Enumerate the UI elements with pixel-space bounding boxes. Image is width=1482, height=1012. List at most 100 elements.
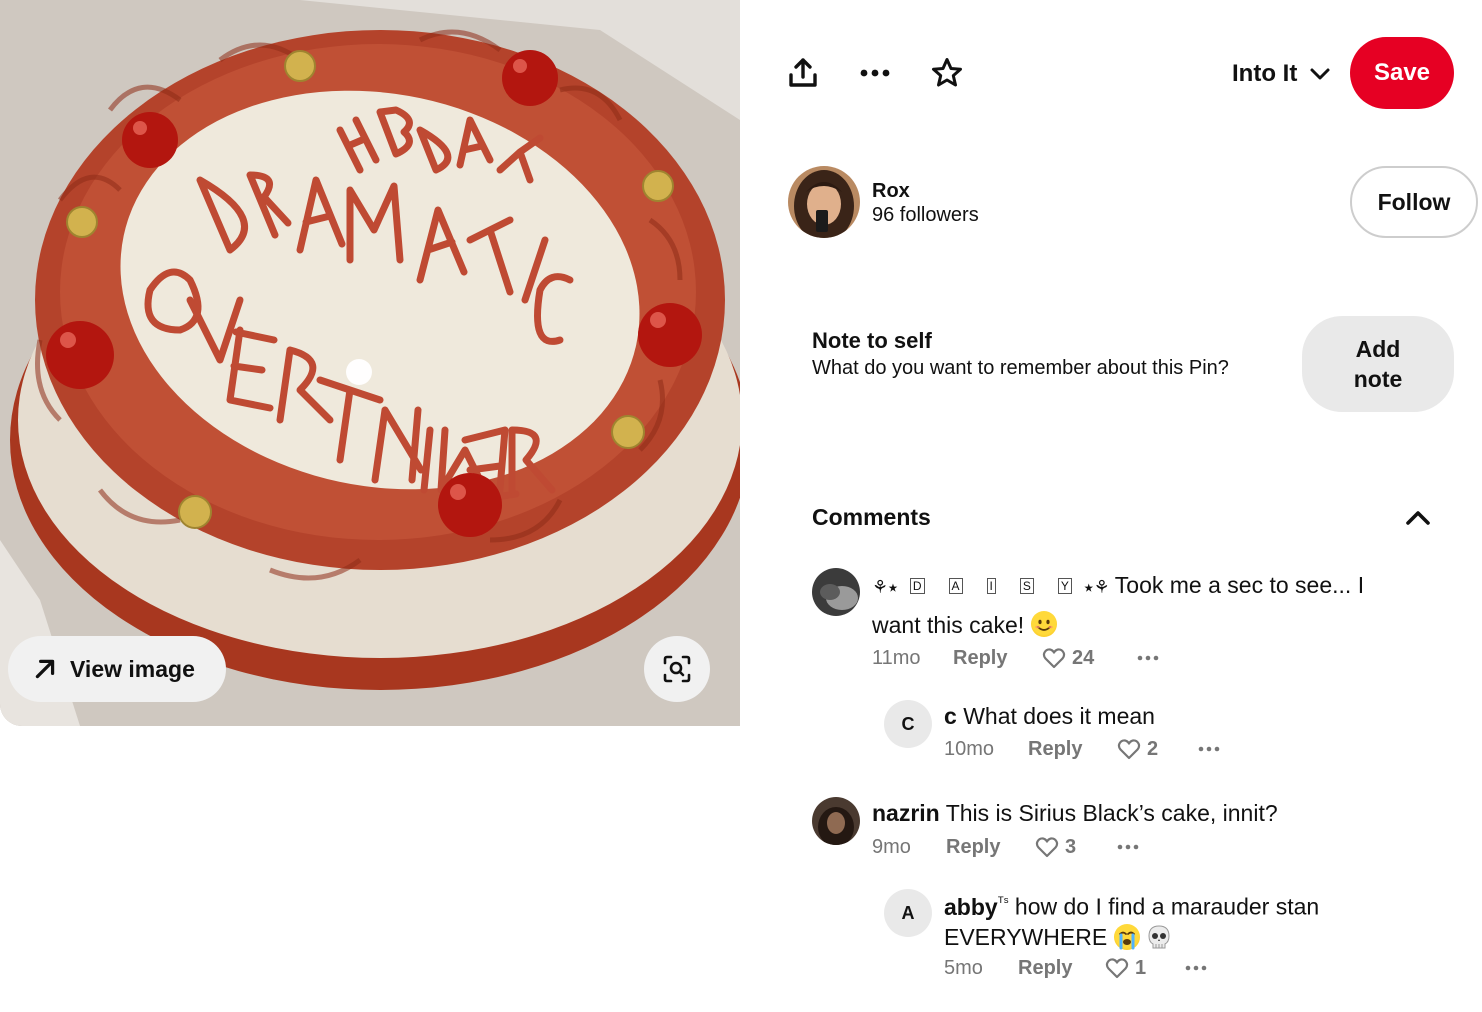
- author-letter: D: [909, 578, 925, 594]
- loudly-crying-face-emoji-icon: [1113, 923, 1140, 950]
- like-button[interactable]: 2: [1117, 737, 1198, 761]
- comments-heading: Comments: [812, 504, 931, 530]
- comment-meta: 9mo Reply 3: [872, 833, 1139, 861]
- like-count: 1: [1135, 956, 1147, 979]
- skull-emoji-icon: [1146, 924, 1172, 950]
- comment-time: 10mo: [944, 737, 995, 760]
- comment-time: 9mo: [872, 835, 911, 858]
- more-horizontal-icon: [860, 69, 890, 77]
- comment-more-button[interactable]: [1198, 745, 1220, 753]
- smile-face-icon: [1034, 619, 1053, 631]
- more-horizontal-icon: [1185, 965, 1207, 971]
- note-title: Note to self: [812, 328, 932, 353]
- author-decoration-suffix: ⭑⚘: [1083, 577, 1110, 597]
- like-button[interactable]: 1: [1105, 956, 1185, 980]
- comment-avatar[interactable]: A: [884, 889, 932, 937]
- arrow-up-right-icon: [35, 659, 55, 679]
- board-select-dropdown[interactable]: Into It: [1232, 56, 1331, 92]
- like-button[interactable]: 3: [1035, 835, 1117, 859]
- comment-meta: 11mo Reply 24: [872, 644, 1159, 672]
- image-hotspot-dot[interactable]: [346, 359, 372, 385]
- reply-button[interactable]: Reply: [946, 836, 1035, 859]
- visual-search-icon: [663, 655, 691, 683]
- comment-author[interactable]: nazrin: [872, 800, 940, 826]
- heart-icon: [1105, 958, 1129, 979]
- note-description: What do you want to remember about this …: [812, 357, 1229, 379]
- save-button[interactable]: Save: [1350, 37, 1454, 109]
- reply-button[interactable]: Reply: [953, 647, 1042, 670]
- add-note-label-line1: Add: [1355, 336, 1401, 362]
- comment-body: What does it mean: [963, 703, 1155, 729]
- author-letter: A: [948, 578, 963, 594]
- comment-text: nazrin This is Sirius Black’s cake, inni…: [872, 794, 1442, 832]
- visual-search-button[interactable]: [644, 636, 710, 702]
- comment-avatar-photo: [812, 568, 860, 616]
- crying-face-icon: [1118, 931, 1135, 950]
- avatar-letter: A: [901, 902, 915, 923]
- comment-body-line2: want this cake!: [872, 612, 1025, 638]
- comment-body-line2: EVERYWHERE: [944, 923, 1108, 950]
- view-image-button[interactable]: View image: [8, 636, 226, 702]
- like-count: 2: [1147, 737, 1159, 760]
- comment-text: c What does it mean: [944, 697, 1444, 735]
- comment-avatar[interactable]: [812, 568, 860, 616]
- chevron-down-icon: [1310, 68, 1330, 80]
- comment-author[interactable]: c: [944, 703, 957, 729]
- author-letter: I: [986, 578, 996, 594]
- like-count: 3: [1065, 835, 1077, 858]
- heart-icon: [1035, 837, 1059, 858]
- follow-button[interactable]: Follow: [1350, 166, 1478, 238]
- add-note-button[interactable]: Add note: [1302, 316, 1454, 412]
- collapse-comments-button[interactable]: [1400, 500, 1436, 536]
- comment-time: 5mo: [944, 956, 983, 979]
- author-letter: Y: [1057, 578, 1072, 594]
- comment-avatar[interactable]: [812, 797, 860, 845]
- comment-avatar[interactable]: C: [884, 700, 932, 748]
- heart-icon: [1117, 739, 1141, 760]
- view-image-label: View image: [70, 655, 195, 682]
- comment-body: This is Sirius Black’s cake, innit?: [945, 800, 1278, 826]
- favorite-button[interactable]: [926, 52, 968, 94]
- more-horizontal-icon: [1198, 746, 1220, 752]
- board-name: Into It: [1232, 60, 1298, 87]
- more-horizontal-icon: [1117, 844, 1139, 850]
- comment-time: 11mo: [872, 646, 921, 669]
- comment-more-button[interactable]: [1117, 843, 1139, 851]
- author-letter: S: [1019, 578, 1034, 594]
- share-button[interactable]: [782, 52, 824, 94]
- comment-meta: 5mo Reply 1: [944, 954, 1207, 982]
- comment-avatar-photo: [812, 797, 860, 845]
- comment-author[interactable]: ⚘⭑ D A I S Y ⭑⚘: [872, 577, 1115, 597]
- reply-button[interactable]: Reply: [1018, 957, 1105, 980]
- add-note-label-line2: note: [1353, 366, 1403, 392]
- reply-button[interactable]: Reply: [1028, 738, 1117, 761]
- comment-body-line1: how do I find a marauder stan: [1014, 893, 1320, 920]
- comment-meta: 10mo Reply 2: [944, 735, 1220, 763]
- author-decoration-prefix: ⚘⭑: [872, 577, 898, 597]
- more-options-button[interactable]: [854, 52, 896, 94]
- author-superscript: ᵀˢ: [997, 893, 1009, 909]
- comment-body-line1: Took me a sec to see... I: [1114, 572, 1365, 598]
- comment-more-button[interactable]: [1137, 654, 1159, 662]
- avatar-letter: C: [901, 713, 915, 734]
- pin-image[interactable]: View image: [0, 0, 740, 726]
- like-count: 24: [1072, 646, 1095, 669]
- share-upload-icon: [789, 58, 817, 87]
- comment-author[interactable]: abbyᵀˢ: [944, 893, 1009, 920]
- star-icon: [932, 58, 962, 87]
- comment-text: abbyᵀˢ how do I find a marauder stan EVE…: [944, 886, 1444, 952]
- more-horizontal-icon: [1137, 655, 1159, 661]
- heart-icon: [1042, 648, 1066, 669]
- comment-more-button[interactable]: [1185, 964, 1207, 972]
- creator-followers: 96 followers: [872, 204, 979, 226]
- smiling-face-emoji-icon: [1030, 611, 1057, 637]
- creator-name[interactable]: Rox: [872, 180, 910, 203]
- skull-icon: [1148, 925, 1170, 949]
- creator-avatar[interactable]: [788, 166, 860, 238]
- like-button[interactable]: 24: [1042, 646, 1137, 670]
- comment-author-name: abby: [944, 893, 998, 920]
- cake-photo: [0, 0, 740, 726]
- chevron-up-icon: [1406, 511, 1430, 525]
- creator-avatar-photo: [788, 166, 860, 238]
- comment-text: ⚘⭑ D A I S Y ⭑⚘ Took me a sec to see... I want…: [872, 566, 1442, 644]
